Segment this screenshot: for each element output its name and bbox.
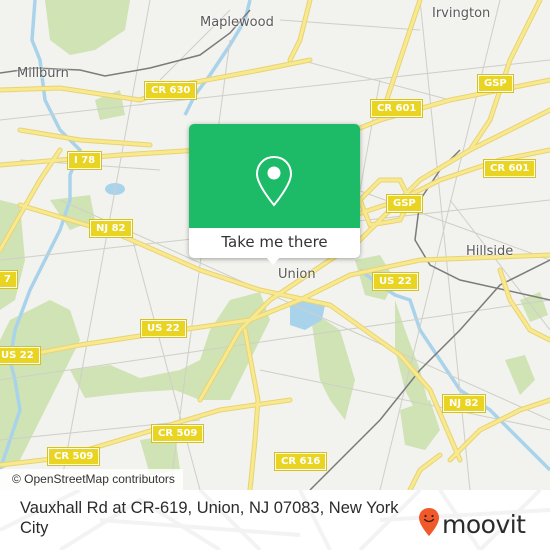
place-label-hillside: Hillside: [466, 244, 514, 259]
map[interactable]: Maplewood Irvington Millburn Hillside Un…: [0, 0, 550, 490]
popup-pointer: [266, 257, 280, 265]
place-label-union: Union: [278, 267, 316, 282]
place-label-irvington: Irvington: [432, 6, 491, 21]
map-pin-icon: [255, 155, 293, 207]
route-shield-us22: US 22: [140, 319, 187, 338]
moovit-logo[interactable]: moovit: [418, 506, 526, 539]
route-shield-cr509: CR 509: [150, 424, 205, 443]
route-shield-gsp: GSP: [477, 74, 514, 93]
route-shield-gsp: GSP: [386, 194, 423, 213]
place-label-maplewood: Maplewood: [200, 15, 274, 30]
route-shield-nj82: NJ 82: [89, 219, 133, 238]
route-shield-cr601: CR 601: [369, 99, 424, 118]
route-shield-nj82: NJ 82: [442, 394, 486, 413]
route-shield-cr630: CR 630: [143, 81, 198, 100]
route-shield-cr509: CR 509: [46, 447, 101, 466]
route-shield-cr616: CR 616: [273, 452, 328, 471]
route-shield-us22: US 22: [372, 272, 419, 291]
place-label-millburn: Millburn: [17, 66, 69, 81]
route-shield-partial: 7: [0, 270, 18, 289]
footer: Vauxhall Rd at CR-619, Union, NJ 07083, …: [0, 490, 550, 550]
address-text: Vauxhall Rd at CR-619, Union, NJ 07083, …: [20, 499, 399, 537]
route-shield-i78: I 78: [66, 151, 103, 170]
map-attribution[interactable]: © OpenStreetMap contributors: [0, 469, 183, 490]
route-shield-us22: US 22: [0, 346, 41, 365]
moovit-smiley-pin-icon: [419, 508, 439, 536]
popup-header: [189, 124, 360, 228]
moovit-wordmark: moovit: [442, 509, 526, 539]
location-popup: Take me there: [189, 124, 360, 265]
route-shield-cr601: CR 601: [482, 159, 537, 178]
take-me-there-button[interactable]: Take me there: [189, 228, 360, 258]
